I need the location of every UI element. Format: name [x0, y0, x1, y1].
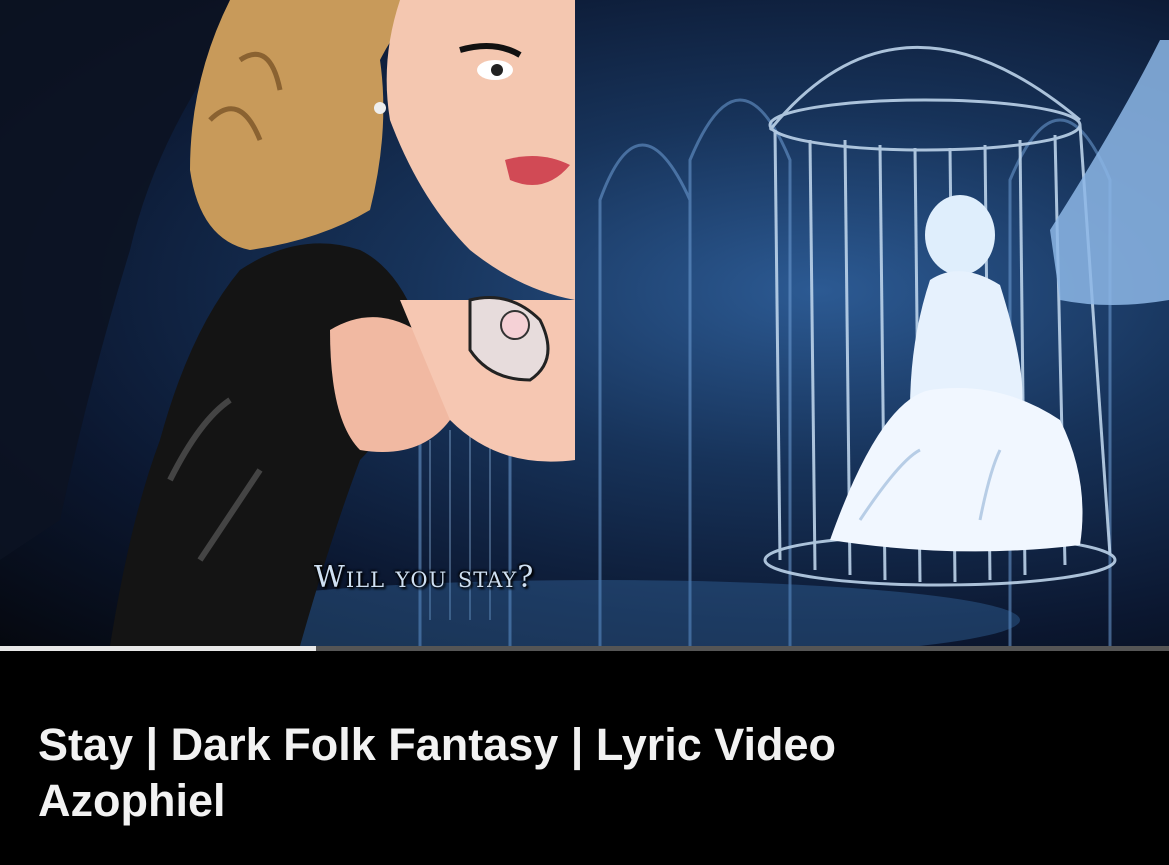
video-info: Stay | Dark Folk Fantasy | Lyric Video A…	[0, 717, 1169, 829]
thumbnail-artwork	[0, 0, 1169, 646]
channel-name[interactable]: Azophiel	[38, 773, 1131, 829]
video-progress-fill	[0, 646, 316, 651]
video-thumbnail[interactable]: Will you stay?	[0, 0, 1169, 646]
video-progress-bar[interactable]	[0, 646, 1169, 651]
video-title[interactable]: Stay | Dark Folk Fantasy | Lyric Video	[38, 717, 1131, 773]
lyric-caption: Will you stay?	[314, 560, 535, 595]
